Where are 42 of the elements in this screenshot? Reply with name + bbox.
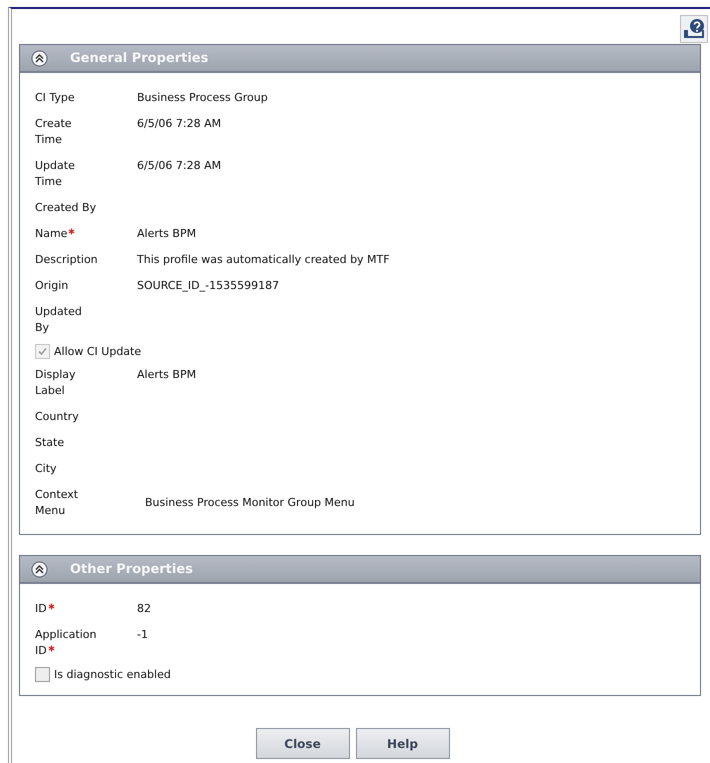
field-label: Origin bbox=[35, 278, 70, 294]
field-label: Update Time bbox=[35, 158, 76, 190]
toggle-button[interactable] bbox=[31, 560, 48, 578]
field-value: 6/5/06 7:28 AM bbox=[137, 116, 222, 132]
field-label: CI Type bbox=[35, 90, 76, 106]
field-label: Name bbox=[35, 226, 98, 242]
field-label: ID bbox=[35, 601, 98, 617]
panel-title: Other Properties bbox=[70, 562, 193, 576]
checkbox-label: Allow CI Update bbox=[54, 345, 142, 358]
field-label: City bbox=[35, 461, 58, 477]
field-label: Application ID bbox=[35, 627, 98, 659]
field-value: -1 bbox=[137, 627, 148, 643]
help-icon bbox=[682, 18, 706, 40]
help-button[interactable] bbox=[680, 15, 708, 43]
menu-value: Business Process Monitor Group Menu bbox=[144, 495, 355, 511]
field-label: Create Time bbox=[35, 116, 73, 148]
field-value: 6/5/06 7:28 AM bbox=[137, 158, 222, 174]
field-value: Alerts BPM bbox=[137, 226, 196, 242]
field-value: SOURCE_ID_-1535599187 bbox=[137, 278, 280, 294]
field-value: Alerts BPM bbox=[137, 367, 196, 383]
checkbox-label: Is diagnostic enabled bbox=[54, 668, 171, 681]
required-icon bbox=[68, 228, 76, 235]
field-value: Business Process Group bbox=[137, 90, 268, 106]
dialog-button[interactable]: Help bbox=[356, 728, 450, 759]
field-label: Created By bbox=[35, 200, 98, 216]
field-value: 82 bbox=[137, 601, 151, 617]
field-label: Display Label bbox=[35, 367, 77, 399]
required-icon bbox=[48, 645, 55, 652]
dialog-button[interactable]: Close bbox=[256, 728, 350, 759]
required-icon bbox=[48, 603, 55, 610]
field-value: This profile was automatically created by MTF bbox=[137, 252, 390, 268]
field-label: Description bbox=[35, 252, 98, 268]
check-icon bbox=[37, 346, 48, 357]
collapse-icon bbox=[31, 560, 48, 578]
toggle-button[interactable] bbox=[31, 50, 48, 66]
field-label: Updated By bbox=[35, 304, 83, 336]
field-label: State bbox=[35, 435, 66, 451]
field-label: Context Menu bbox=[35, 487, 80, 519]
checkbox[interactable] bbox=[35, 667, 50, 682]
panel-title: General Properties bbox=[70, 50, 208, 66]
field-label: Country bbox=[35, 409, 80, 425]
collapse-icon bbox=[31, 50, 48, 66]
